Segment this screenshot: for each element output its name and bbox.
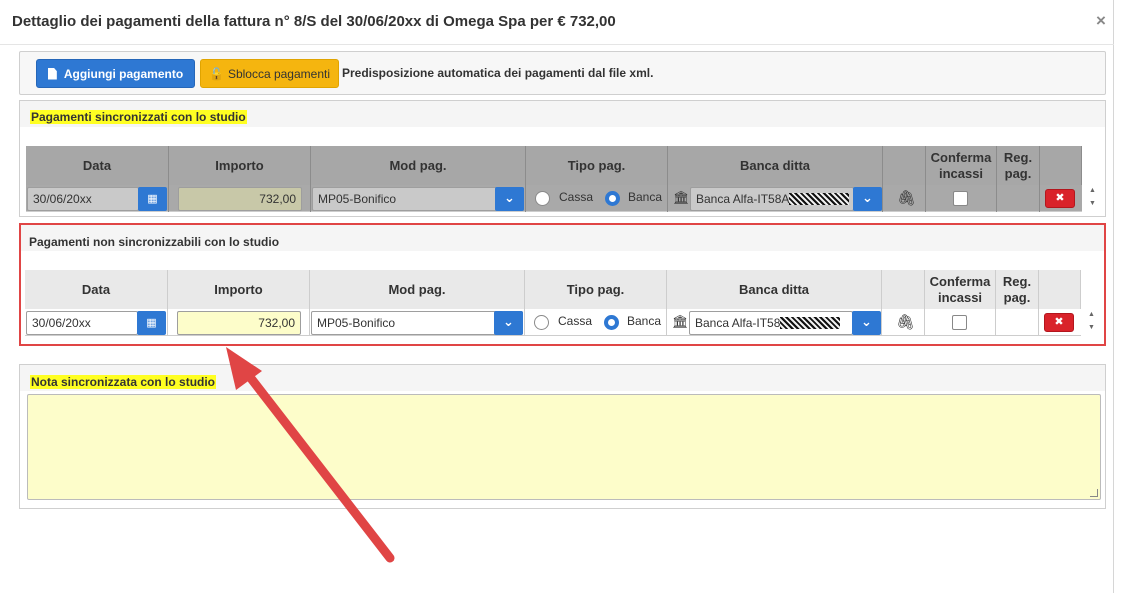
annotation-arrow <box>226 347 395 563</box>
payment-dialog: Dettaglio dei pagamenti della fattura n°… <box>0 0 1114 593</box>
